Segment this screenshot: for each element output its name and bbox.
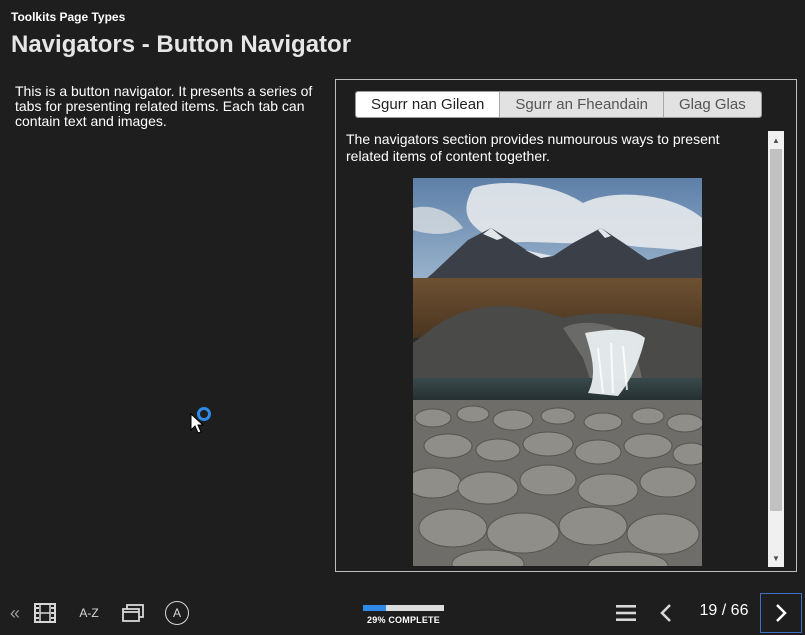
button-navigator: Sgurr nan Gilean Sgurr an Fheandain Glag… (335, 79, 797, 572)
progress-label: 29% COMPLETE (367, 615, 440, 625)
tab-sgurr-an-fheandain[interactable]: Sgurr an Fheandain (499, 92, 663, 117)
progress-bar-fill (363, 605, 387, 611)
page-title: Navigators - Button Navigator (11, 31, 352, 58)
mountain-waterfall-photo (413, 178, 702, 566)
page: Toolkits Page Types Navigators - Button … (0, 0, 805, 635)
next-page-chevron-icon (776, 604, 787, 622)
scroll-up-arrow-icon[interactable]: ▲ (768, 133, 784, 147)
tab-content-text: The navigators section provides numourou… (346, 131, 720, 164)
footer-toolbar: « A-Z A 29% COMPLETE 19 / 66 (0, 590, 805, 635)
page-counter: 19 / 66 (699, 602, 749, 619)
glossary-az-button[interactable]: A-Z (74, 602, 104, 624)
menu-hamburger-icon[interactable] (614, 601, 638, 625)
content-scrollbar[interactable]: ▲ ▼ (768, 131, 784, 567)
intro-text: This is a button navigator. It presents … (15, 83, 313, 129)
resources-windows-icon[interactable] (120, 601, 146, 625)
scroll-down-arrow-icon[interactable]: ▼ (768, 551, 784, 565)
accessibility-icon[interactable]: A (164, 600, 190, 626)
accessibility-circle-a-icon: A (165, 601, 189, 625)
tab-sgurr-nan-gilean[interactable]: Sgurr nan Gilean (356, 92, 500, 117)
scrollbar-thumb[interactable] (770, 149, 782, 511)
next-page-button[interactable] (760, 593, 802, 633)
tab-content-panel: The navigators section provides numourou… (346, 131, 766, 567)
double-chevron-left-icon[interactable]: « (6, 602, 24, 624)
film-strip-icon[interactable] (32, 601, 58, 625)
previous-page-chevron-icon[interactable] (654, 601, 678, 625)
mouse-cursor-loading-icon (190, 405, 214, 435)
progress-bar (363, 605, 444, 611)
tab-glag-glas[interactable]: Glag Glas (663, 92, 761, 117)
navigator-tabs: Sgurr nan Gilean Sgurr an Fheandain Glag… (355, 91, 762, 118)
section-label: Toolkits Page Types (11, 10, 126, 24)
